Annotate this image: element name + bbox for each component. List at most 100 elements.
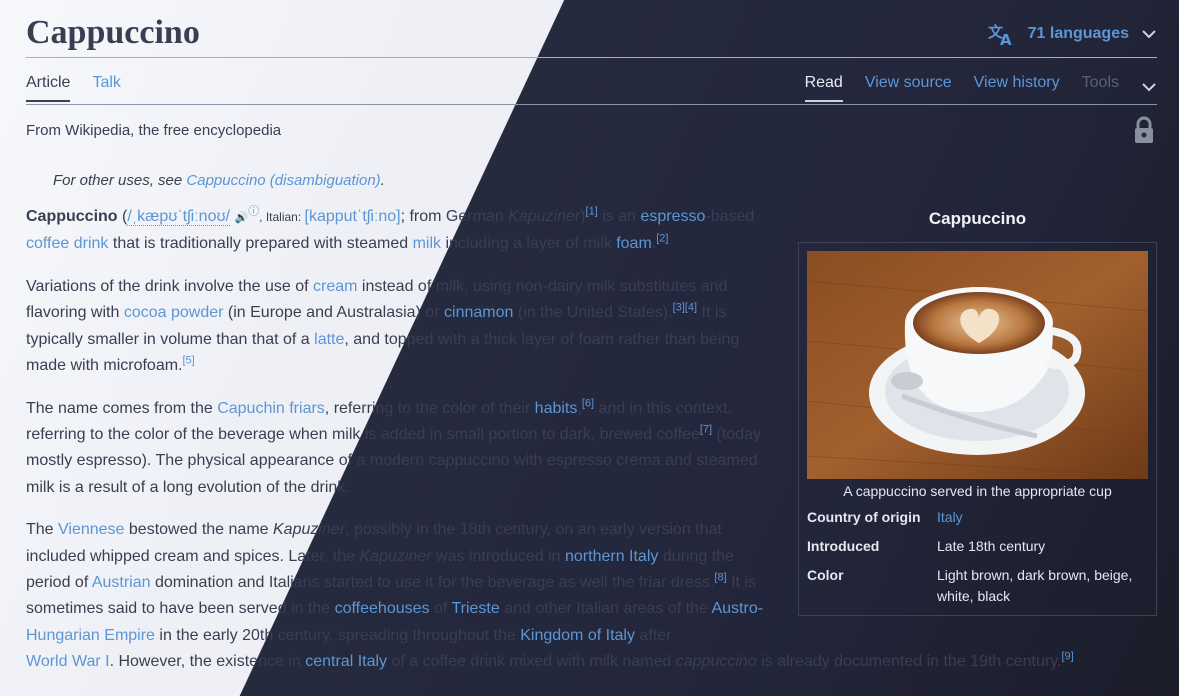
text-italic: Kapuziner [508, 208, 581, 225]
text: (in the United States). [513, 304, 673, 322]
text: after [634, 626, 672, 644]
text: is already documented in the 19th centur… [756, 652, 1062, 670]
row-value: Light brown, dark brown, beige, white, b… [937, 567, 1133, 604]
intro-paragraph: Cappuccino (/ˌkæpʊˈtʃiːnoʊ/ 🔊ⓘ, Italian:… [26, 204, 778, 258]
link-kingdom-of-italy[interactable]: Kingdom of Italy [520, 627, 635, 644]
article-page: Cappuccino 文 A 71 languages Article Talk… [0, 0, 1179, 696]
text: domination and Italians started to use i… [150, 574, 715, 592]
image-caption: A cappuccino served in the appropriate c… [843, 483, 1112, 499]
disambiguation-link[interactable]: Cappuccino (disambiguation) [186, 172, 380, 189]
tab-view-history[interactable]: View history [974, 74, 1060, 100]
chevron-down-icon [1141, 29, 1157, 39]
row-value: Late 18th century [937, 538, 1046, 554]
text: and other Italian areas of the [499, 600, 712, 618]
text: including a layer of milk [441, 235, 617, 253]
link-latte[interactable]: latte [314, 331, 344, 348]
citation-5[interactable]: [5] [183, 355, 195, 367]
link-cream[interactable]: cream [313, 278, 357, 295]
text: ; from German [400, 208, 509, 225]
hatnote: For other uses, see Cappuccino (disambig… [53, 172, 385, 189]
text: of [429, 600, 452, 618]
infobox-row-introduced: Introduced Late 18th century [807, 536, 1148, 557]
link-northern-italy[interactable]: northern Italy [565, 548, 658, 565]
tab-view-source[interactable]: View source [865, 74, 952, 100]
cappuccino-image[interactable] [807, 251, 1148, 479]
text-italic: Kapuziner [273, 521, 346, 539]
text: was introduced in [431, 547, 565, 565]
link-trieste[interactable]: Trieste [451, 600, 499, 617]
text: is an [597, 208, 641, 225]
tab-tools[interactable]: Tools [1082, 74, 1119, 100]
term-bold: Cappuccino [26, 208, 118, 225]
ipa-italian-link[interactable]: [kapputˈtʃiːno] [305, 208, 401, 225]
text: The [26, 521, 59, 539]
info-icon[interactable]: ⓘ [248, 206, 259, 218]
tabs-divider [26, 104, 1157, 105]
text: bestowed the name [124, 521, 273, 539]
text-italic: cappuccino [675, 652, 757, 670]
row-label: Introduced [807, 538, 880, 554]
infobox-row-color: Color Light brown, dark brown, beige, wh… [807, 565, 1148, 607]
article-body: Cappuccino (/ˌkæpʊˈtʃiːnoʊ/ 🔊ⓘ, Italian:… [26, 204, 1074, 692]
link-world-war-i[interactable]: World War I [26, 653, 110, 670]
title-divider [26, 57, 1157, 58]
view-tabs: Read View source View history Tools [804, 74, 1157, 102]
paragraph-name-origin: The name comes from the Capuchin friars,… [26, 396, 778, 501]
languages-label: 71 languages [1027, 25, 1129, 42]
text: -based [705, 208, 755, 225]
history-wrap: The Viennese bestowed the name Kapuziner… [26, 517, 778, 648]
text: (in Europe and Australasia) or [223, 304, 445, 322]
hatnote-period: . [380, 172, 385, 189]
link-austrian[interactable]: Austrian [92, 574, 151, 591]
link-cinnamon[interactable]: cinnamon [444, 304, 513, 321]
citation-9[interactable]: [9] [1061, 651, 1073, 663]
link-coffeehouses[interactable]: coffeehouses [335, 600, 430, 617]
text: of a coffee drink mixed with milk named [387, 652, 676, 670]
infobox: Cappuccino A cappuccino served in the ap… [798, 209, 1157, 616]
page-title: Cappuccino [26, 14, 200, 51]
citation-6[interactable]: [6] [582, 397, 594, 409]
speaker-icon[interactable]: 🔊 [234, 212, 248, 224]
text: Variations of the drink involve the use … [26, 278, 313, 296]
text: in the early 20th century, spreading thr… [154, 626, 521, 644]
text: , Italian: [259, 210, 305, 224]
text: ( [117, 208, 128, 225]
row-label: Color [807, 567, 844, 583]
link-capuchin-friars[interactable]: Capuchin friars [217, 400, 325, 417]
citation-7[interactable]: [7] [700, 424, 712, 436]
tab-read[interactable]: Read [804, 74, 843, 102]
text: that is traditionally prepared with stea… [108, 235, 413, 253]
citation-2[interactable]: [2] [656, 233, 668, 245]
lock-icon [1133, 116, 1155, 149]
link-central-italy[interactable]: central Italy [305, 653, 387, 670]
languages-button[interactable]: 文 A 71 languages [988, 22, 1157, 46]
link-habits[interactable]: habits [535, 400, 578, 417]
citation-3-4[interactable]: [3][4] [673, 302, 697, 314]
row-value-link[interactable]: Italy [937, 507, 1148, 528]
link-viennese[interactable]: Viennese [58, 521, 124, 538]
svg-text:A: A [1000, 31, 1012, 46]
language-icon: 文 A [988, 22, 1016, 46]
tab-article[interactable]: Article [26, 74, 71, 102]
site-tagline: From Wikipedia, the free encyclopedia [26, 122, 282, 139]
text: , referring to the color of their [324, 399, 535, 417]
link-coffee-drink[interactable]: coffee drink [26, 235, 108, 252]
namespace-tabs: Article Talk [26, 74, 121, 102]
link-milk[interactable]: milk [413, 235, 441, 252]
tab-talk[interactable]: Talk [92, 74, 120, 102]
citation-1[interactable]: [1] [586, 206, 598, 218]
text-italic: Kapuziner [359, 547, 432, 565]
citation-8[interactable]: [8] [714, 572, 726, 584]
chevron-down-icon[interactable] [1141, 74, 1157, 97]
infobox-title: Cappuccino [928, 209, 1027, 228]
link-espresso[interactable]: espresso [640, 208, 705, 225]
row-label: Country of origin [807, 509, 921, 525]
hatnote-text: For other uses, see [53, 172, 187, 189]
text: The name comes from the [26, 399, 218, 417]
text: . However, the existence in [109, 652, 306, 670]
link-foam[interactable]: foam [616, 235, 652, 252]
infobox-frame: A cappuccino served in the appropriate c… [798, 242, 1157, 616]
link-cocoa-powder[interactable]: cocoa powder [124, 304, 224, 321]
ipa-english-link[interactable]: /ˌkæpʊˈtʃiːnoʊ/ [127, 208, 230, 226]
infobox-row-country: Country of origin Italy [807, 507, 1148, 528]
